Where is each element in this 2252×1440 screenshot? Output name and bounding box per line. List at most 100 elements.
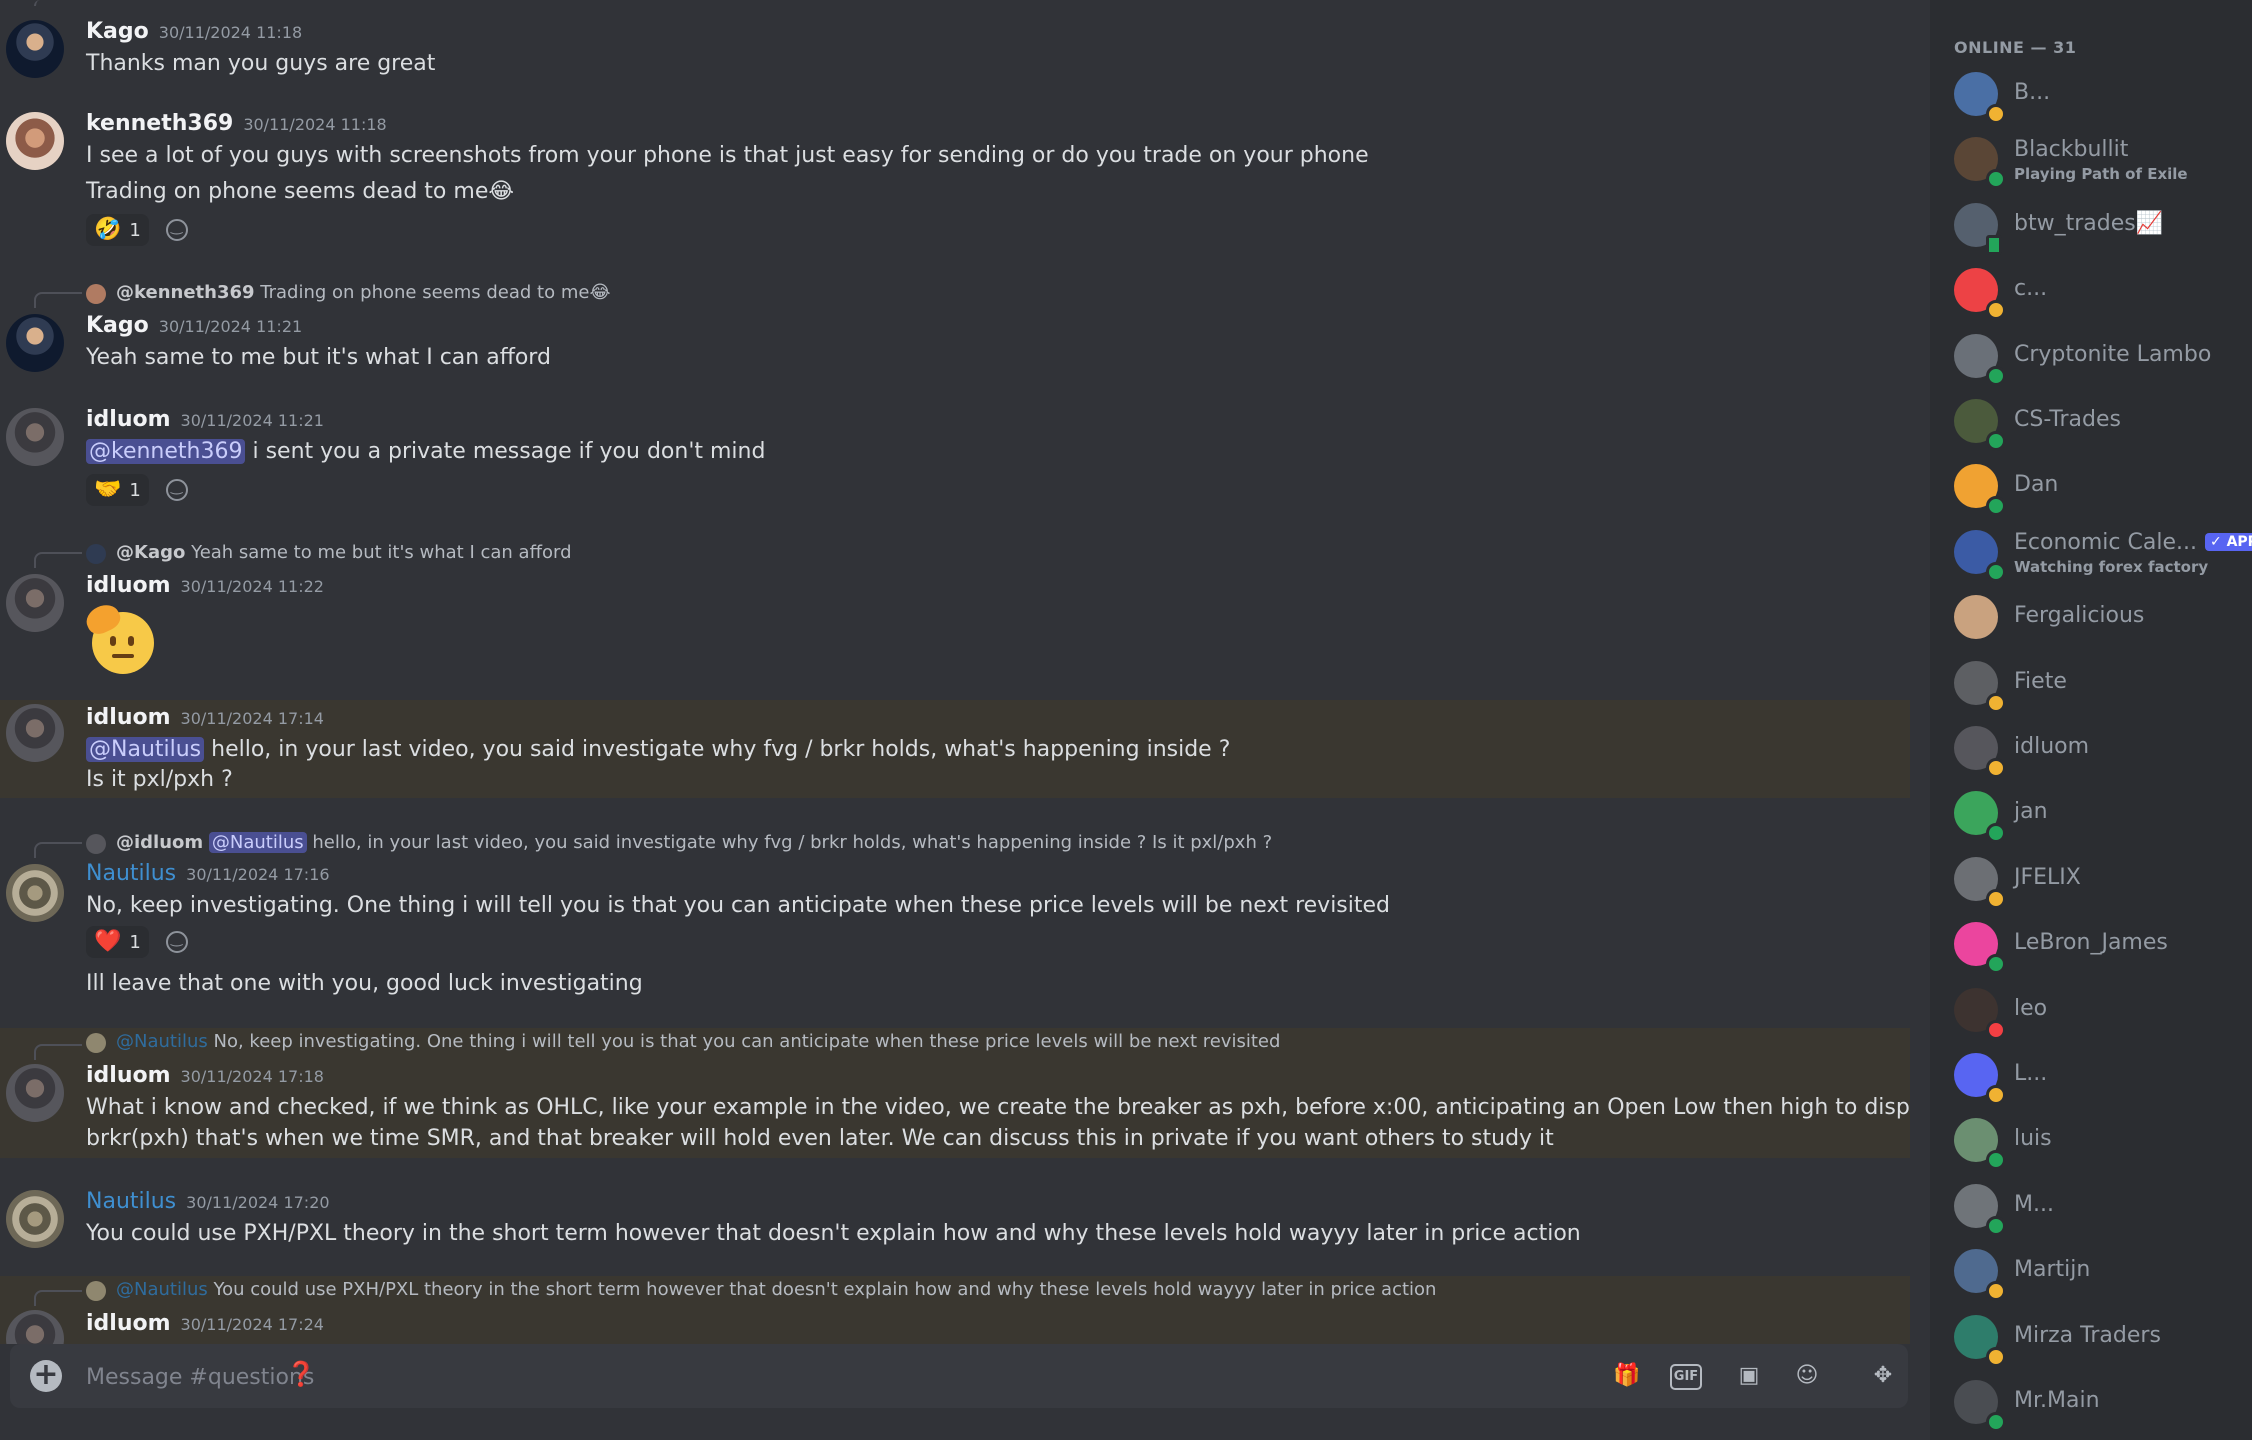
avatar[interactable] xyxy=(6,408,64,466)
message-timestamp: 30/11/2024 11:18 xyxy=(158,23,303,42)
message-text: Ill leave that one with you, good luck i… xyxy=(86,971,643,996)
status-idle-icon xyxy=(1986,1085,2006,1105)
member-name-text: Cryptonite Lambo xyxy=(2014,341,2212,367)
message-input[interactable] xyxy=(84,1356,1088,1398)
avatar[interactable] xyxy=(6,1190,64,1248)
member-item[interactable]: Mr.Main xyxy=(1944,1372,2244,1432)
member-name: idluom xyxy=(2014,734,2089,759)
reply-preview[interactable]: @Nautilus No, keep investigating. One th… xyxy=(86,1030,1280,1054)
member-item[interactable]: M... xyxy=(1944,1176,2244,1236)
member-name-text: Economic Cale... xyxy=(2014,529,2197,555)
member-item[interactable]: L... xyxy=(1944,1045,2244,1105)
apps-icon[interactable]: ✥ xyxy=(1866,1360,1900,1392)
reply-author[interactable]: @idluom xyxy=(116,832,203,853)
user-mention[interactable]: @Nautilus xyxy=(208,832,307,853)
message-author[interactable]: Kago xyxy=(86,19,149,44)
member-item[interactable]: CS-Trades xyxy=(1944,391,2244,451)
user-mention[interactable]: @Nautilus xyxy=(86,737,205,762)
message-text: You could use PXH/PXL theory in the shor… xyxy=(86,1221,1581,1246)
member-item[interactable]: Dan xyxy=(1944,456,2244,517)
reply-author[interactable]: @Kago xyxy=(116,542,185,563)
member-item[interactable]: Martijn xyxy=(1944,1241,2244,1302)
member-item[interactable]: Fiete xyxy=(1944,653,2244,713)
message-author[interactable]: Nautilus xyxy=(86,861,176,886)
add-reaction-icon[interactable] xyxy=(166,479,188,501)
message-text: Yeah same to me but it's what I can affo… xyxy=(86,345,551,370)
message-author[interactable]: idluom xyxy=(86,1311,171,1336)
message-author[interactable]: Kago xyxy=(86,313,149,338)
reply-preview[interactable]: @Kago Yeah same to me but it's what I ca… xyxy=(86,541,572,565)
member-item[interactable]: btw_trades📈 xyxy=(1944,195,2244,255)
status-mobile-icon xyxy=(1986,234,2002,255)
status-idle-icon xyxy=(1986,104,2006,124)
emoji-icon[interactable]: ☺ xyxy=(1790,1360,1824,1392)
member-name-text: c... xyxy=(2014,276,2048,302)
message-author[interactable]: idluom xyxy=(86,705,171,730)
member-item[interactable]: Mirza Traders xyxy=(1944,1307,2244,1367)
sticker-icon[interactable]: ▣ xyxy=(1732,1360,1766,1392)
member-item[interactable]: leo xyxy=(1944,980,2244,1040)
member-name: LeBron_James xyxy=(2014,930,2168,955)
member-name: B... xyxy=(2014,80,2050,105)
member-item[interactable]: B... xyxy=(1944,64,2244,124)
plus-icon[interactable]: + xyxy=(30,1360,62,1392)
message-timestamp: 30/11/2024 11:18 xyxy=(243,115,387,134)
add-reaction-icon[interactable] xyxy=(166,219,188,241)
member-name-text: B... xyxy=(2014,80,2051,105)
message-author[interactable]: idluom xyxy=(86,1063,171,1088)
avatar[interactable] xyxy=(6,20,64,78)
reply-author[interactable]: @Nautilus xyxy=(116,1279,208,1300)
member-name: Mr.Main xyxy=(2014,1388,2100,1413)
rofl-emoji-icon: 🤣 xyxy=(94,217,122,242)
reaction[interactable]: 🤝 1 xyxy=(86,474,149,506)
member-item[interactable]: JFELIX xyxy=(1944,849,2244,909)
status-online-icon xyxy=(1986,954,2006,975)
avatar[interactable] xyxy=(6,574,64,632)
message-timestamp: 30/11/2024 17:24 xyxy=(180,1315,324,1334)
user-mention[interactable]: @kenneth369 xyxy=(86,439,246,464)
reaction[interactable]: ❤️ 1 xyxy=(86,926,149,958)
member-item[interactable]: Fergalicious xyxy=(1944,587,2244,647)
avatar[interactable] xyxy=(6,704,64,762)
avatar[interactable] xyxy=(6,864,64,922)
reply-author[interactable]: @kenneth369 xyxy=(116,282,255,303)
message-text: I see a lot of you guys with screenshots… xyxy=(86,143,1369,168)
message-author[interactable]: kenneth369 xyxy=(86,111,233,136)
online-header: ONLINE — 31 xyxy=(1954,38,2077,57)
avatar[interactable] xyxy=(6,314,64,372)
status-online-icon xyxy=(1986,1215,2006,1236)
add-reaction-icon[interactable] xyxy=(166,931,188,953)
message-author[interactable]: Nautilus xyxy=(86,1189,176,1214)
reply-preview[interactable]: @idluom @Nautilus hello, in your last vi… xyxy=(86,831,1272,855)
member-name: luis xyxy=(2014,1126,2052,1151)
member-item[interactable]: c... xyxy=(1944,260,2244,321)
avatar[interactable] xyxy=(6,1064,64,1122)
avatar[interactable] xyxy=(6,1310,64,1344)
member-name: Cryptonite Lambo xyxy=(2014,342,2211,367)
member-name-text: Fergalicious xyxy=(2014,603,2145,629)
member-item[interactable]: Economic Cale... ✓ APP Watching forex fact… xyxy=(1944,522,2252,582)
gif-button[interactable]: GIF xyxy=(1670,1364,1702,1390)
reply-preview[interactable]: @Nautilus You could use PXH/PXL theory i… xyxy=(86,1278,1436,1302)
message-author[interactable]: idluom xyxy=(86,573,171,598)
reply-preview[interactable]: @kenneth369 Trading on phone seems dead … xyxy=(86,281,611,305)
message: @kenneth369 Trading on phone seems dead … xyxy=(0,276,1910,386)
message-list: Kago 30/11/2024 11:18 Thanks man you guys… xyxy=(0,0,1910,1344)
member-avatar xyxy=(1954,595,1998,640)
member-item[interactable]: luis xyxy=(1944,1110,2244,1171)
member-name: Blackbullit xyxy=(2014,137,2128,162)
member-name: M... xyxy=(2014,1192,2054,1217)
message-timestamp: 30/11/2024 11:22 xyxy=(180,577,324,596)
reaction[interactable]: 🤣 1 xyxy=(86,214,149,246)
member-name: Mirza Traders xyxy=(2014,1323,2161,1348)
avatar[interactable] xyxy=(6,112,64,170)
gift-icon[interactable]: 🎁 xyxy=(1610,1360,1644,1392)
member-item[interactable]: Blackbullit Playing Path of Exile xyxy=(1944,129,2244,190)
message-timestamp: 30/11/2024 11:21 xyxy=(158,317,303,336)
message-author[interactable]: idluom xyxy=(86,407,171,432)
member-item[interactable]: LeBron_James xyxy=(1944,914,2244,975)
member-item[interactable]: idluom xyxy=(1944,718,2244,778)
member-item[interactable]: jan xyxy=(1944,783,2244,844)
member-item[interactable]: Cryptonite Lambo xyxy=(1944,326,2244,386)
reply-author[interactable]: @Nautilus xyxy=(116,1031,208,1052)
